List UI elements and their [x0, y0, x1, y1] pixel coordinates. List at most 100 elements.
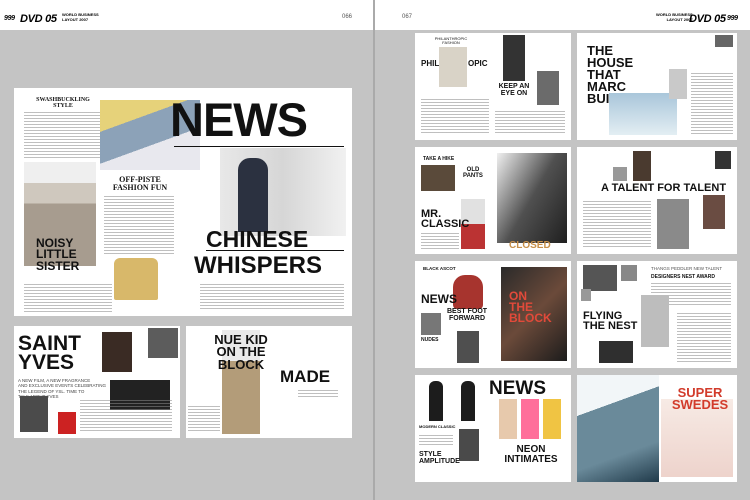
left-header: 999 DVD 05 WORLD BUSINESS LAYOUT 2007 06…: [0, 0, 375, 30]
nue-kid-title: NUE KID ON THE BLOCK: [214, 332, 268, 372]
best-foot-page: BLACK ASCOT NEWS BEST FOOT FORWARD NUDES…: [415, 261, 571, 368]
handbag-photo: [453, 275, 483, 309]
marc-text: [691, 73, 733, 135]
best-foot-title: BEST FOOT FORWARD: [447, 308, 488, 322]
talent-page: A TALENT FOR TALENT: [577, 147, 737, 254]
modern-classic-title: MODERN CLASSIC: [419, 424, 456, 429]
neon-photo-3: [543, 399, 561, 439]
opic-text: OPIC: [468, 59, 488, 68]
right-spread: 067 WORLD BUSINESS LAYOUT 2007 DVD 05 99…: [375, 0, 750, 500]
right-logo-number: 999: [727, 15, 738, 22]
talent-photo-1: [633, 151, 651, 181]
talent-photo-3: [703, 195, 725, 229]
chinese-rule: [206, 250, 344, 251]
made-caption: [298, 390, 338, 398]
news-title-small: NEWS: [421, 292, 457, 306]
mr-classic-title: MR. CLASSIC: [421, 208, 470, 231]
on-the-block-title: ON THE BLOCK: [509, 289, 552, 325]
keep-eye-photo: [503, 35, 525, 81]
news-rule: [174, 146, 344, 147]
super-swedes-photo: [577, 375, 659, 482]
right-logo-subtitle: WORLD BUSINESS LAYOUT 2007: [656, 12, 693, 22]
saint-yves-page: SAINT YVES A NEW FILM, A NEW FRAGRANCE A…: [14, 326, 180, 438]
noisy-text: [24, 284, 112, 312]
mr-classic-text: [421, 233, 459, 249]
news-kicker: SWASHBUCKLING STYLE: [36, 97, 90, 109]
mr-classic-page: TAKE A HIKE OLD PANTS MR. CLASSIC CLOSED: [415, 147, 571, 254]
nue-kid-page: NUE KID ON THE BLOCK MADE: [186, 326, 352, 438]
marc-beach-photo: [609, 93, 677, 135]
saint-yves-title: SAINT YVES: [18, 332, 81, 375]
marc-thumb-photo: [715, 35, 733, 47]
whispers-title: WHISPERS: [194, 252, 323, 279]
whispers-text: [200, 284, 344, 310]
news-title-p7: NEWS: [489, 378, 546, 399]
keep-eye-title: KEEP AN EYE ON: [498, 83, 530, 97]
nest-model-photo: [641, 295, 669, 347]
phil-text: PHIL: [421, 59, 440, 68]
nest-photo-2: [621, 265, 637, 281]
left-page-number: 066: [342, 14, 353, 20]
shoe-photo: [457, 331, 479, 363]
keep-eye-text: [495, 111, 565, 135]
neon-photo-1: [499, 399, 517, 439]
talent-title: A TALENT FOR TALENT: [601, 182, 727, 194]
offpiste-text: [104, 196, 174, 254]
left-spread: 999 DVD 05 WORLD BUSINESS LAYOUT 2007 06…: [0, 0, 375, 500]
neon-intimates-page: MODERN CLASSIC NEWS STYLE AMPLITUDE NEON…: [415, 375, 571, 482]
award-kicker: THANGS PEDDLER NEW TALENT: [651, 266, 723, 271]
news-page: SWASHBUCKLING STYLE NEWS OFF-PISTE FASHI…: [14, 88, 352, 316]
flying-nest-title: FLYING THE NEST: [583, 310, 638, 333]
nest-photo-3: [581, 289, 591, 301]
nest-photo-4: [599, 341, 633, 363]
portrait-photo: [148, 328, 178, 358]
noisy-title: NOISY LITTLE SISTER: [36, 236, 80, 273]
talent-photo-4: [613, 167, 627, 181]
perfume-photo: [102, 332, 132, 372]
model-figure: [238, 158, 268, 232]
philanthropic-page: PHILANTHROPIC FASHION PHIL OPIC KEEP AN …: [415, 33, 571, 140]
flying-nest-text: [677, 313, 731, 363]
modern-photo-2: [461, 381, 475, 421]
style-amplitude-title: STYLE AMPLITUDE: [419, 451, 460, 465]
ysl-bottle-photo: [58, 412, 76, 434]
offpiste-title: OFF-PISTE FASHION FUN: [112, 175, 168, 192]
style-photo: [459, 429, 479, 461]
neon-photo-2: [521, 399, 539, 439]
nue-kid-text: [188, 406, 220, 432]
right-logo: DVD 05: [689, 13, 726, 25]
flying-nest-page: THANGS PEDDLER NEW TALENT DESIGNERS NEST…: [577, 261, 737, 368]
take-hike-title: TAKE A HIKE: [423, 156, 455, 162]
black-ascot-title: BLACK ASCOT: [423, 266, 456, 271]
ysl-portrait-photo: [20, 396, 48, 432]
made-title: MADE: [280, 367, 331, 386]
left-logo: DVD 05: [20, 13, 57, 25]
saint-yves-text: [80, 400, 172, 432]
boot-photo: [114, 258, 158, 300]
runway-photo: [537, 71, 559, 105]
nudes-title: NUDES: [421, 337, 439, 343]
old-pants-title: OLD PANTS: [463, 167, 483, 179]
closed-title: CLOSED: [509, 240, 551, 251]
neon-intimates-title: NEON INTIMATES: [504, 444, 558, 465]
nudes-photo: [421, 313, 441, 335]
news-headline: NEWS: [170, 93, 308, 146]
super-swedes-title: SUPER SWEDES: [671, 385, 729, 413]
right-page-number: 067: [402, 14, 413, 20]
news-intro-text: [24, 112, 100, 158]
hike-photo: [421, 165, 455, 191]
talent-text: [583, 201, 651, 249]
nest-photo-1: [583, 265, 617, 291]
neon-text: [419, 435, 453, 447]
modern-photo-1: [429, 381, 443, 421]
philanthropic-photo: [439, 47, 467, 87]
super-swedes-page: SUPER SWEDES: [577, 375, 737, 482]
philanthropic-kicker: PHILANTHROPIC FASHION: [434, 36, 468, 45]
philanthropic-text: [421, 99, 489, 135]
marc-page: THE HOUSE THAT MARC BUILT: [577, 33, 737, 140]
chinese-title: CHINESE: [206, 226, 309, 252]
marc-model-photo: [669, 69, 687, 99]
left-logo-number: 999: [4, 15, 15, 22]
closed-photo: [497, 153, 567, 243]
talent-photo-2: [657, 199, 689, 249]
